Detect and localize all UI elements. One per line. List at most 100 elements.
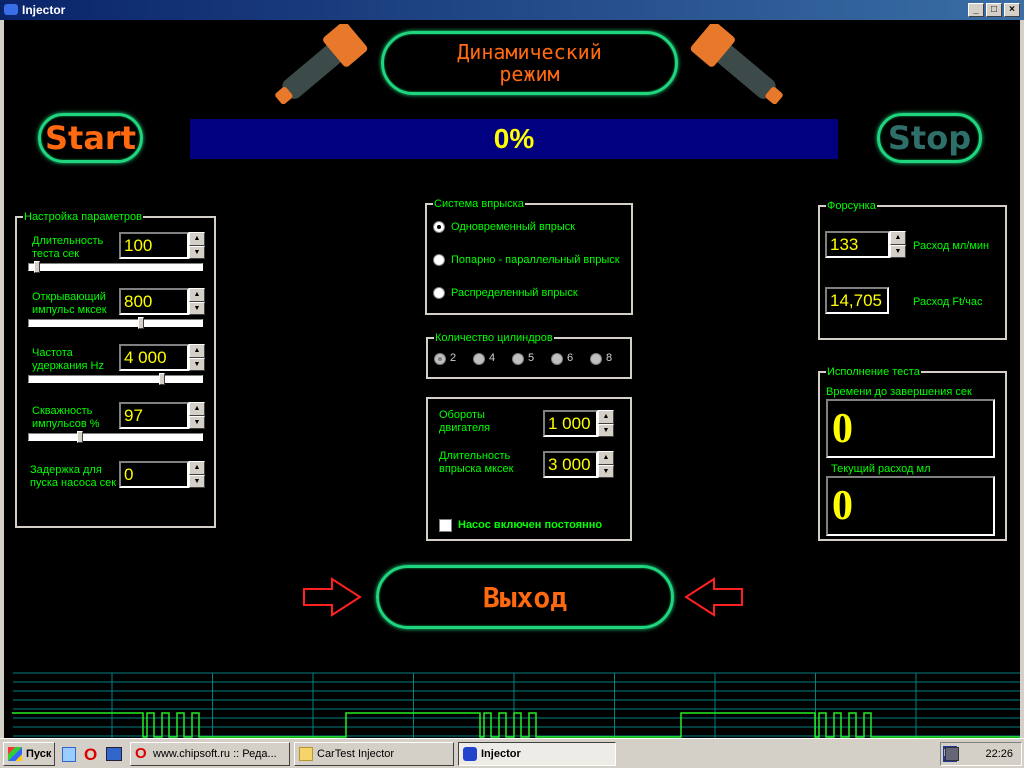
spin-up-icon[interactable]: ▲ [598,410,614,424]
param-value[interactable]: 100 [119,232,189,259]
start-button[interactable]: Start [38,113,143,163]
spin-up-icon[interactable]: ▲ [189,232,205,246]
cylinder-radio[interactable] [512,353,524,365]
spin-up-icon[interactable]: ▲ [890,231,906,245]
mode-title: Динамический режим [381,31,678,95]
spin-down-icon[interactable]: ▼ [189,301,205,315]
taskbar-task-browser[interactable]: O www.chipsoft.ru :: Реда... [130,742,290,766]
remaining-value: 0 [826,399,995,458]
param-label: Частота удержания Hz [32,347,104,372]
pump-checkbox[interactable] [439,519,452,532]
param-slider[interactable] [28,261,203,273]
param-value[interactable]: 97 [119,402,189,429]
rpm-label: Обороты двигателя [439,409,491,434]
window-frame-left [0,20,4,738]
injection-radio[interactable] [433,254,445,266]
param-spinner[interactable]: 0 ▲ ▼ [119,461,205,488]
param-spinner[interactable]: 800 ▲ ▼ [119,288,205,315]
mode-title-line1: Динамический [457,40,602,64]
cylinder-radio[interactable] [434,353,446,365]
spin-up-icon[interactable]: ▲ [189,344,205,358]
stop-button[interactable]: Stop [877,113,982,163]
injection-radio[interactable] [433,221,445,233]
network-icon[interactable] [945,747,959,761]
cylinders-group-label: Количество цилиндров [434,331,554,345]
cylinder-option-label[interactable]: 2 [450,352,456,364]
ft-label: Расход Ft/час [913,296,983,308]
close-button[interactable]: × [1004,3,1020,17]
maximize-button[interactable]: □ [986,3,1002,17]
cylinder-option-label[interactable]: 8 [606,352,612,364]
flow-value[interactable]: 133 [825,231,890,258]
duration-value[interactable]: 3 000 [543,451,598,478]
param-slider[interactable] [28,317,203,329]
injection-radio[interactable] [433,287,445,299]
param-value[interactable]: 800 [119,288,189,315]
cylinder-option-label[interactable]: 5 [528,352,534,364]
window-title: Injector [22,3,66,17]
rpm-spinner[interactable]: 1 000 ▲ ▼ [543,410,614,437]
slider-thumb[interactable] [159,373,166,385]
cylinder-radio[interactable] [590,353,602,365]
test-group-label: Исполнение теста [826,365,921,379]
spin-down-icon[interactable]: ▼ [598,423,614,437]
exit-button[interactable]: Выход [376,565,674,629]
spin-down-icon[interactable]: ▼ [598,464,614,478]
cylinder-option-label[interactable]: 6 [567,352,573,364]
param-slider[interactable] [28,431,203,443]
mode-title-line2: режим [499,62,560,86]
spin-down-icon[interactable]: ▼ [189,474,205,488]
duration-label: Длительность впрыска мксек [439,450,514,475]
taskbar: Пуск O O www.chipsoft.ru :: Реда... CarT… [0,738,1024,768]
spin-down-icon[interactable]: ▼ [189,357,205,371]
injection-option-label[interactable]: Одновременный впрыск [451,221,575,234]
flow-spinner[interactable]: 133 ▲ ▼ [825,231,906,258]
duration-spinner[interactable]: 3 000 ▲ ▼ [543,451,614,478]
minimize-button[interactable]: _ [968,3,984,17]
injection-option-label[interactable]: Распределенный впрыск [451,287,578,300]
param-label: Скважность импульсов % [32,405,100,430]
injector-group-label: Форсунка [826,199,877,213]
param-spinner[interactable]: 4 000 ▲ ▼ [119,344,205,371]
slider-thumb[interactable] [33,261,40,273]
slider-thumb[interactable] [137,317,144,329]
injection-group-label: Система впрыска [433,197,525,211]
quicklaunch-desktop-icon[interactable] [106,747,122,761]
param-label: Открывающий импульс мксек [32,291,107,316]
current-flow-value: 0 [826,476,995,536]
rpm-value[interactable]: 1 000 [543,410,598,437]
start-menu-button[interactable]: Пуск [3,742,55,766]
ft-value: 14,705 [825,287,889,314]
arrow-right-icon [303,577,362,617]
param-spinner[interactable]: 97 ▲ ▼ [119,402,205,429]
task-label: www.chipsoft.ru :: Реда... [153,748,277,760]
windows-logo-icon [8,747,22,761]
taskbar-task-cartest[interactable]: CarTest Injector [294,742,454,766]
cylinder-radio[interactable] [473,353,485,365]
spin-down-icon[interactable]: ▼ [189,415,205,429]
injector-app-icon [463,747,477,761]
flow-label: Расход мл/мин [913,240,990,252]
param-value[interactable]: 4 000 [119,344,189,371]
cylinder-option-label[interactable]: 4 [489,352,495,364]
param-value[interactable]: 0 [119,461,189,488]
spin-up-icon[interactable]: ▲ [598,451,614,465]
param-label: Длительность теста сек [32,235,104,260]
injection-option-label[interactable]: Попарно - параллельный впрыск [451,254,620,267]
spin-down-icon[interactable]: ▼ [890,244,906,258]
cylinder-radio[interactable] [551,353,563,365]
spin-up-icon[interactable]: ▲ [189,288,205,302]
spin-up-icon[interactable]: ▲ [189,461,205,475]
quicklaunch-opera-icon[interactable]: O [84,745,97,765]
spin-up-icon[interactable]: ▲ [189,402,205,416]
current-flow-label: Текущий расход мл [831,463,931,475]
param-slider[interactable] [28,373,203,385]
spin-down-icon[interactable]: ▼ [189,245,205,259]
param-label: Задержка для пуска насоса сек [30,464,117,489]
progress-bar: 0% [190,119,838,159]
taskbar-task-injector[interactable]: Injector [458,742,616,766]
slider-thumb[interactable] [76,431,83,443]
quicklaunch-notepad-icon[interactable] [62,747,76,762]
param-spinner[interactable]: 100 ▲ ▼ [119,232,205,259]
injector-group: Форсунка [818,199,1007,340]
